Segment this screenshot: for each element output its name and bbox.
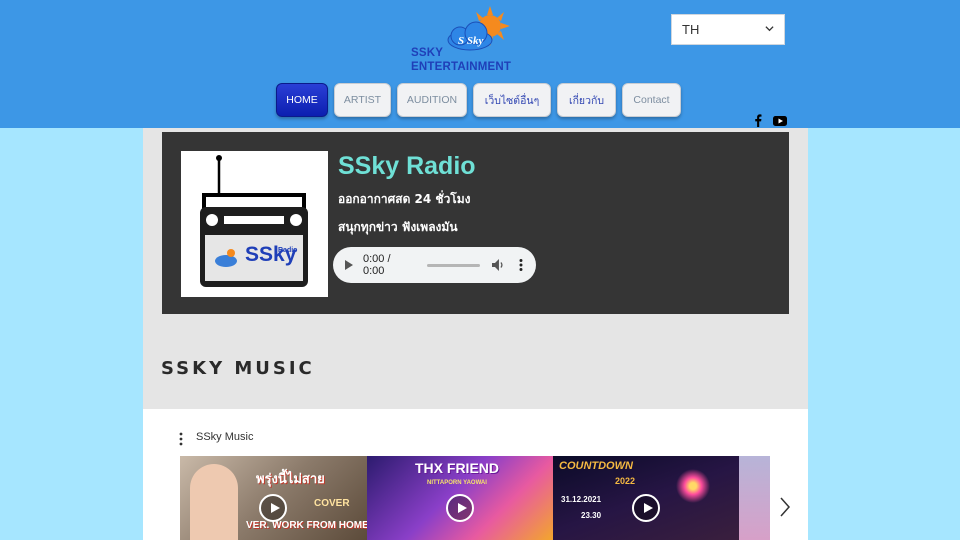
radio-image-sublabel: Radio — [278, 247, 298, 254]
more-options-icon[interactable] — [518, 258, 524, 272]
play-button[interactable] — [632, 494, 660, 522]
video-subtitle: 31.12.2021 — [561, 495, 602, 504]
video-thumbnail[interactable] — [739, 456, 770, 540]
logo-line-2: ENTERTAINMENT — [411, 61, 512, 73]
playlist-menu-icon[interactable] — [179, 432, 183, 446]
video-subtitle: COVER — [314, 498, 350, 509]
video-thumbnail[interactable]: พรุ่งนี้ไม่สาย COVER VER. WORK FROM HOME — [180, 456, 367, 540]
nav-other-websites[interactable]: เว็บไซต์อื่นๆ — [473, 83, 551, 117]
play-button[interactable] — [446, 494, 474, 522]
video-thumbnail[interactable]: THX FRIEND NITTAPORN YAOWAI — [367, 456, 553, 540]
radio-illustration-icon — [200, 155, 308, 287]
video-subtitle: VER. WORK FROM HOME — [246, 520, 367, 531]
nav-artist[interactable]: ARTIST — [334, 83, 391, 117]
facebook-icon[interactable] — [753, 114, 763, 127]
video-subtitle: NITTAPORN YAOWAI — [427, 480, 487, 486]
video-title: THX FRIEND — [415, 460, 499, 476]
video-thumbnail[interactable]: COUNTDOWN 2022 31.12.2021 23.30 — [553, 456, 739, 540]
section-title: SSKY MUSIC — [161, 358, 315, 379]
play-button[interactable] — [259, 494, 287, 522]
player-time: 0:00 / 0:00 — [363, 253, 391, 277]
nav-audition[interactable]: AUDITION — [397, 83, 467, 117]
video-gallery: พรุ่งนี้ไม่สาย COVER VER. WORK FROM HOME… — [180, 456, 770, 540]
audio-player: 0:00 / 0:00 — [333, 247, 536, 283]
video-person-image — [190, 464, 238, 540]
music-playlist: SSky Music พรุ่งนี้ไม่สาย COVER VER. WOR… — [143, 409, 808, 540]
social-bar — [753, 114, 787, 127]
site-logo[interactable]: S Sky SSKY ENTERTAINMENT — [408, 6, 520, 78]
playlist-label: SSky Music — [196, 431, 254, 443]
chevron-down-icon — [765, 26, 774, 32]
nav-contact[interactable]: Contact — [622, 83, 681, 117]
language-select[interactable]: TH — [671, 14, 785, 45]
content-strip: SSky Radio SSky Radio ออกอากาศสด 24 ชั่ว… — [143, 128, 808, 540]
video-title: พรุ่งนี้ไม่สาย — [256, 471, 325, 486]
radio-title: SSky Radio — [338, 152, 476, 180]
logo-wordmark: SSKY ENTERTAINMENT — [411, 46, 511, 74]
play-icon[interactable] — [345, 260, 353, 270]
radio-panel: SSky Radio SSky Radio ออกอากาศสด 24 ชั่ว… — [162, 132, 789, 314]
nav-home[interactable]: HOME — [276, 83, 328, 117]
video-title: COUNTDOWN — [559, 460, 633, 472]
language-value: TH — [682, 22, 700, 37]
site-header: S Sky SSKY ENTERTAINMENT TH HOME ARTIST … — [0, 0, 960, 128]
radio-image: SSky Radio — [181, 151, 328, 297]
chevron-right-icon[interactable] — [779, 496, 791, 518]
firework-image — [673, 466, 713, 506]
logo-line-1: SSKY — [411, 47, 444, 59]
video-subtitle: 23.30 — [581, 511, 602, 520]
progress-bar[interactable] — [426, 263, 481, 267]
volume-icon[interactable] — [492, 259, 506, 271]
radio-tagline-2: สนุกทุกข่าว ฟังเพลงมัน — [338, 220, 458, 234]
video-subtitle: 2022 — [615, 476, 636, 486]
youtube-icon[interactable] — [773, 115, 787, 126]
nav-about[interactable]: เกี่ยวกับ — [557, 83, 616, 117]
radio-tagline-1: ออกอากาศสด 24 ชั่วโมง — [338, 192, 471, 206]
